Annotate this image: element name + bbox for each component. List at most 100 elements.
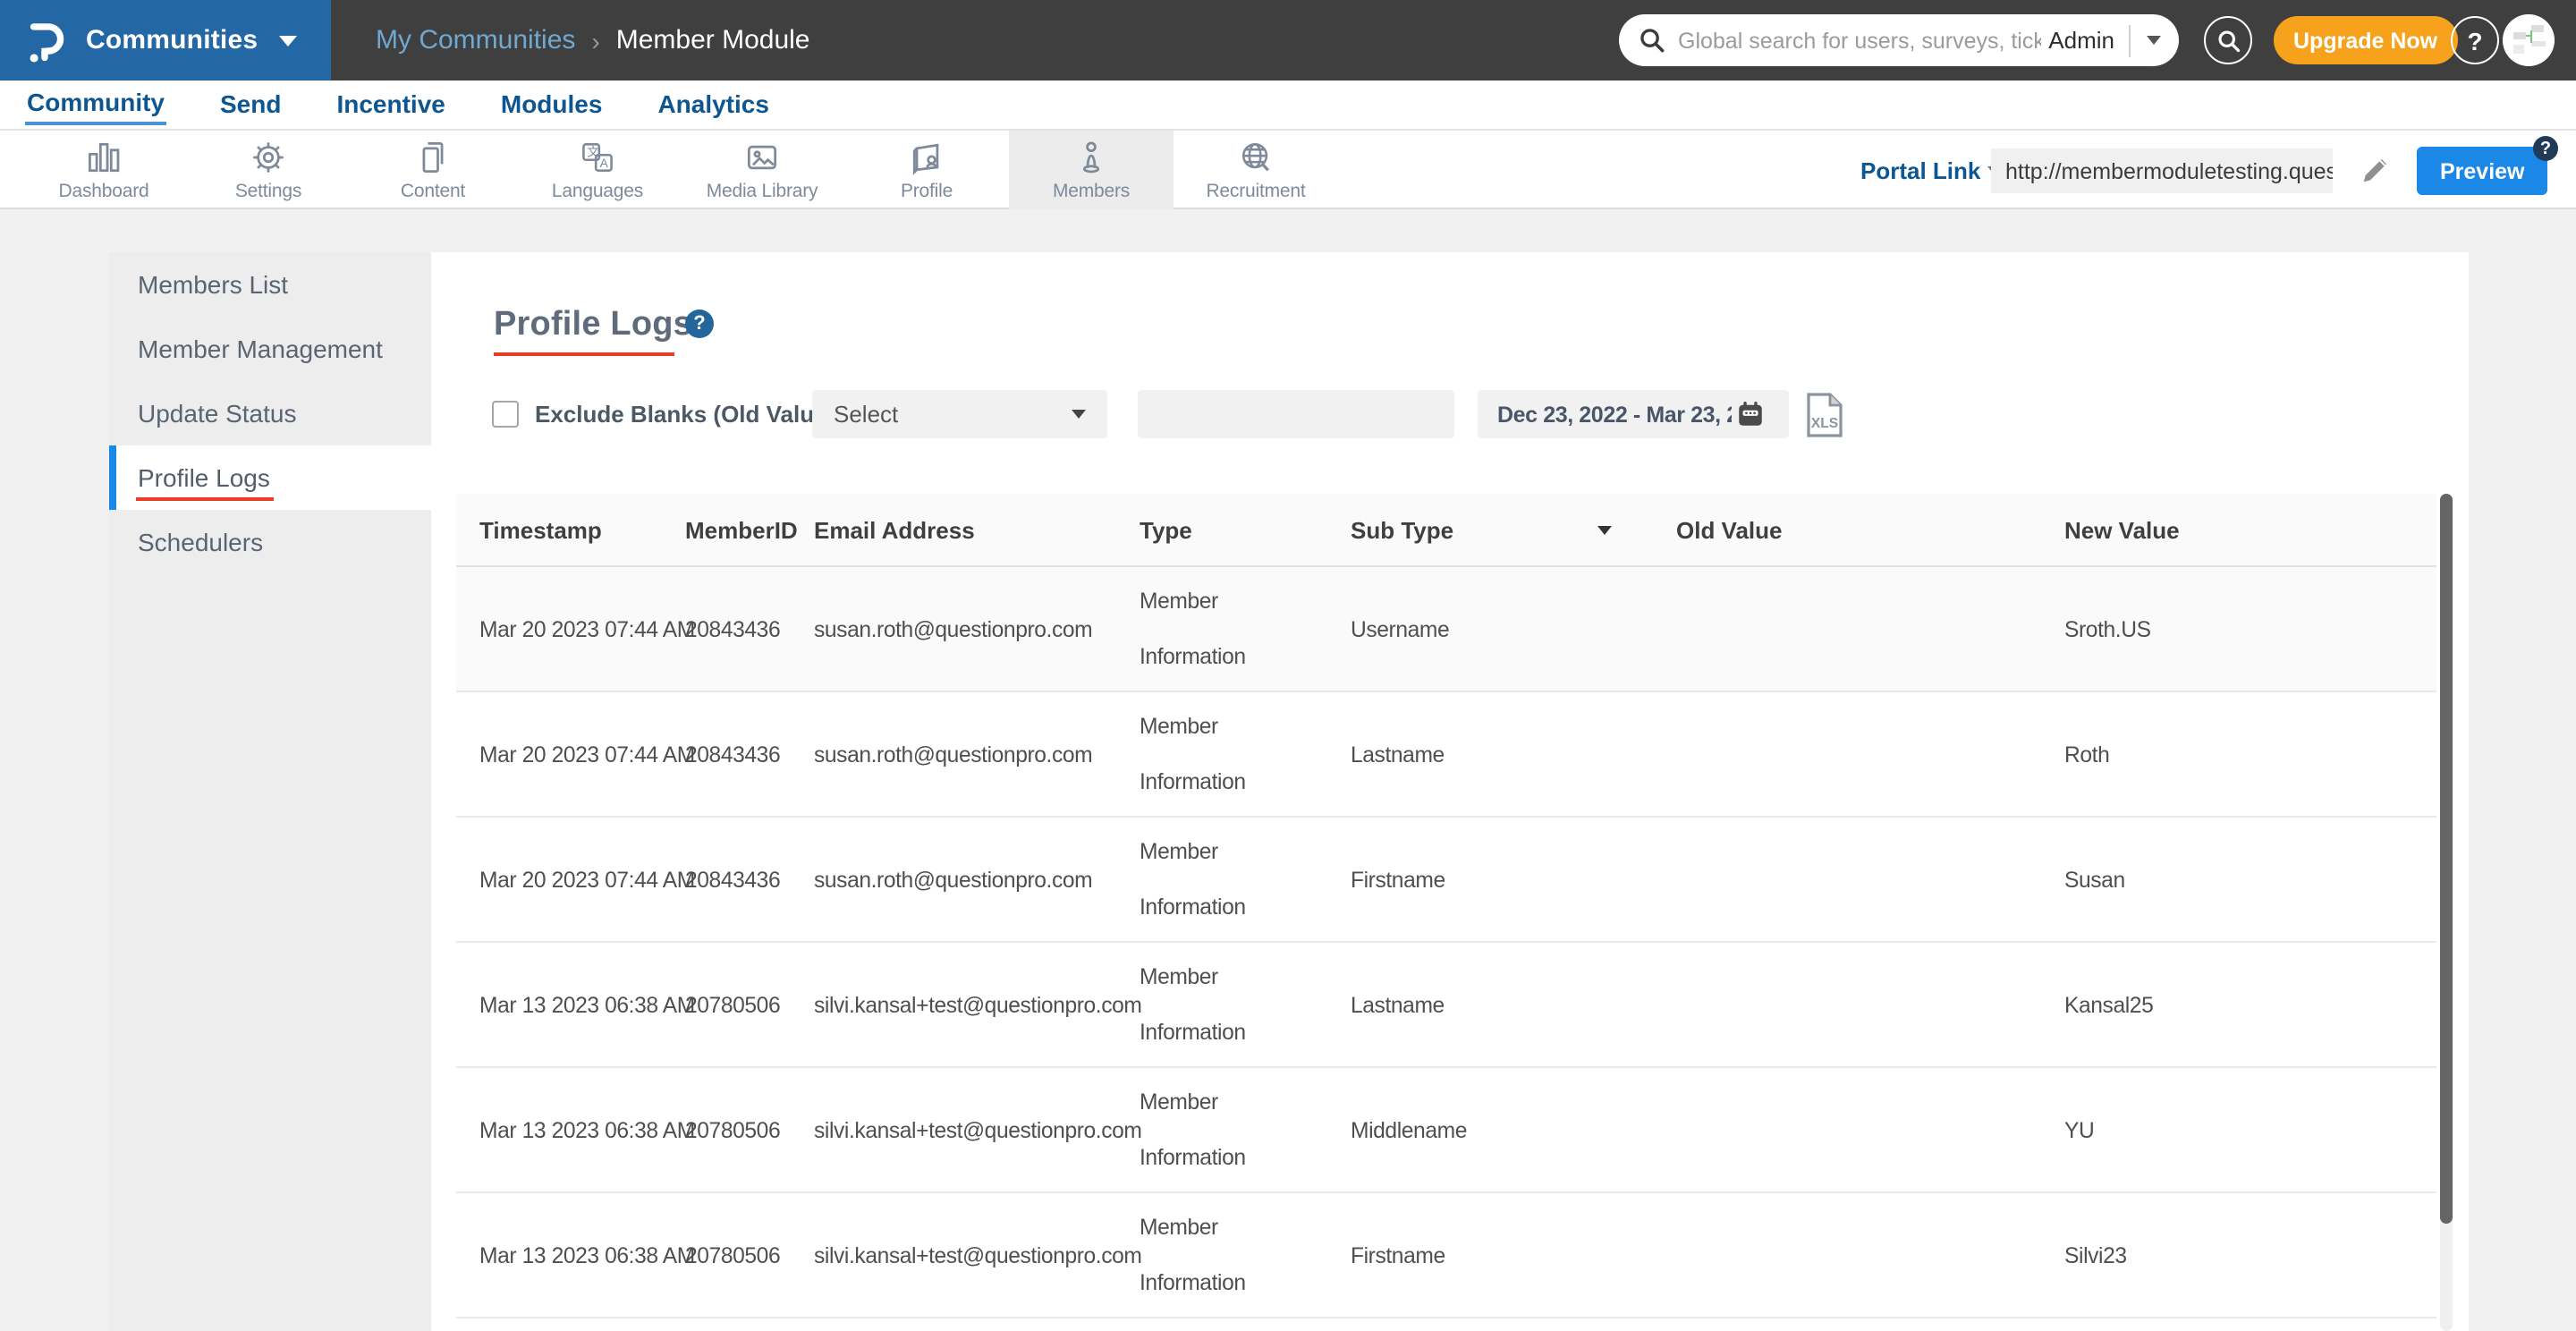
table-row: Mar 13 2023 06:38 AM 20780506 silvi.kans… xyxy=(456,943,2436,1068)
tab-send[interactable]: Send xyxy=(218,86,283,123)
cell-timestamp: Mar 20 2023 07:44 AM xyxy=(479,867,695,892)
date-range-picker[interactable]: Dec 23, 2022 - Mar 23, 2023 xyxy=(1478,390,1789,438)
cell-timestamp: Mar 20 2023 07:44 AM xyxy=(479,742,695,767)
page-title: Profile Logs xyxy=(494,306,692,343)
table-row: Mar 13 2023 06:38 AM 20780506 silvi.kans… xyxy=(456,1068,2436,1193)
globe-search-icon xyxy=(1241,143,1269,172)
toolbar-item-settings[interactable]: Settings xyxy=(186,131,351,209)
type-filter-value: Select xyxy=(834,401,899,428)
table-body: Mar 20 2023 07:44 AM 20843436 susan.roth… xyxy=(456,567,2436,1318)
product-switcher[interactable]: Communities xyxy=(0,0,331,81)
cell-memberid: 20780506 xyxy=(685,992,781,1017)
content-card: Members List Member Management Update St… xyxy=(109,252,2469,1331)
toolbar-item-recruitment[interactable]: Recruitment xyxy=(1174,131,1338,209)
tab-community[interactable]: Community xyxy=(25,84,166,125)
divider xyxy=(2129,24,2131,56)
log-search-box xyxy=(1138,390,1470,438)
profile-logs-panel: Profile Logs ? Exclude Blanks (Old Value… xyxy=(431,252,2469,1331)
table-row: Mar 20 2023 07:44 AM 20843436 susan.roth… xyxy=(456,818,2436,943)
module-toolbar: Dashboard Settings Content 文 A Languages xyxy=(0,131,2576,209)
cell-new-value: Roth xyxy=(2064,742,2110,767)
preview-button[interactable]: Preview xyxy=(2417,147,2548,195)
global-search[interactable]: Admin xyxy=(1619,14,2179,66)
search-icon xyxy=(1640,29,1665,53)
type-filter-select[interactable]: Select xyxy=(812,390,1107,438)
toolbar-item-dashboard[interactable]: Dashboard xyxy=(21,131,186,209)
bar-chart-icon xyxy=(89,142,120,173)
breadcrumb-separator: › xyxy=(591,26,600,55)
scrollbar-thumb[interactable] xyxy=(2440,494,2453,1224)
column-header-old-value: Old Value xyxy=(1676,516,1783,543)
portal-link-dropdown[interactable]: Portal Link xyxy=(1860,131,2003,209)
cell-email: susan.roth@questionpro.com xyxy=(814,742,1093,767)
toolbar-item-languages[interactable]: 文 A Languages xyxy=(515,131,680,209)
cell-memberid: 20843436 xyxy=(685,867,781,892)
portal-url-field[interactable]: http://membermoduletesting.questio xyxy=(1991,148,2333,193)
tab-modules[interactable]: Modules xyxy=(499,86,605,123)
cell-type: Member Information xyxy=(1140,588,1246,668)
cell-memberid: 20780506 xyxy=(685,1117,781,1142)
cell-type: Member Information xyxy=(1140,1089,1246,1169)
sidebar-item-profile-logs[interactable]: Profile Logs xyxy=(109,445,431,510)
breadcrumb-parent-link[interactable]: My Communities xyxy=(376,25,575,55)
toolbar-item-members[interactable]: Members xyxy=(1009,131,1174,209)
tab-incentive[interactable]: Incentive xyxy=(335,86,446,123)
toolbar-item-content[interactable]: Content xyxy=(351,131,515,209)
column-header-subtype: Sub Type xyxy=(1351,516,1676,543)
profile-logs-table: Timestamp MemberID Email Address Type Su… xyxy=(456,494,2436,1318)
title-underline xyxy=(494,352,674,356)
table-row: Mar 20 2023 07:44 AM 20843436 susan.roth… xyxy=(456,692,2436,818)
cell-email: silvi.kansal+test@questionpro.com xyxy=(814,1242,1142,1267)
sidebar-item-schedulers[interactable]: Schedulers xyxy=(109,510,431,574)
gear-icon xyxy=(253,142,284,173)
cell-memberid: 20843436 xyxy=(685,742,781,767)
global-search-input[interactable] xyxy=(1678,28,2042,53)
preview-help-badge[interactable]: ? xyxy=(2533,136,2558,161)
filters-row: Exclude Blanks (Old Value) Select Dec 23… xyxy=(431,390,2469,438)
export-xls-icon[interactable]: XLS xyxy=(1805,392,1844,438)
image-icon xyxy=(747,145,777,170)
svg-text:A: A xyxy=(600,157,609,170)
sidebar-item-member-management[interactable]: Member Management xyxy=(109,317,431,381)
tab-analytics[interactable]: Analytics xyxy=(656,86,771,123)
cell-new-value: Silvi23 xyxy=(2064,1242,2127,1267)
toolbar-item-media-library[interactable]: Media Library xyxy=(680,131,844,209)
toolbar-item-profile[interactable]: Profile xyxy=(844,131,1009,209)
questionpro-logo-icon xyxy=(30,22,64,62)
chevron-down-icon xyxy=(279,35,298,46)
cell-timestamp: Mar 13 2023 06:38 AM xyxy=(479,1117,695,1142)
date-range-value: Dec 23, 2022 - Mar 23, 2023 xyxy=(1497,402,1732,427)
avatar[interactable] xyxy=(2503,14,2555,66)
table-row: Mar 20 2023 07:44 AM 20843436 susan.roth… xyxy=(456,567,2436,692)
scope-dropdown-caret-icon[interactable] xyxy=(2147,36,2161,45)
subtype-filter-caret-icon[interactable] xyxy=(1597,525,1612,534)
sidebar-item-members-list[interactable]: Members List xyxy=(109,252,431,317)
cell-subtype: Username xyxy=(1351,616,1450,641)
cell-email: silvi.kansal+test@questionpro.com xyxy=(814,992,1142,1017)
cell-subtype: Lastname xyxy=(1351,742,1445,767)
person-icon xyxy=(1082,141,1100,174)
table-header-row: Timestamp MemberID Email Address Type Su… xyxy=(456,494,2436,567)
cell-type: Member Information xyxy=(1140,838,1246,919)
cell-new-value: YU xyxy=(2064,1117,2095,1142)
title-help-icon[interactable]: ? xyxy=(685,309,714,338)
chevron-down-icon xyxy=(1072,410,1086,419)
help-button[interactable]: ? xyxy=(2451,16,2499,64)
cell-email: susan.roth@questionpro.com xyxy=(814,616,1093,641)
folder-user-icon xyxy=(912,143,939,175)
cell-email: susan.roth@questionpro.com xyxy=(814,867,1093,892)
edit-pencil-icon[interactable] xyxy=(2358,152,2394,188)
top-header: Communities My Communities › Member Modu… xyxy=(0,0,2576,81)
log-search-input[interactable] xyxy=(1156,401,1470,428)
header-search-button[interactable] xyxy=(2204,16,2252,64)
cell-subtype: Firstname xyxy=(1351,867,1445,892)
cell-subtype: Lastname xyxy=(1351,992,1445,1017)
breadcrumb: My Communities › Member Module xyxy=(376,0,810,81)
vertical-scrollbar[interactable] xyxy=(2440,494,2453,1331)
search-scope-value: Admin xyxy=(2048,27,2114,54)
primary-nav: Community Send Incentive Modules Analyti… xyxy=(0,81,2576,131)
sidebar-item-update-status[interactable]: Update Status xyxy=(109,381,431,445)
upgrade-now-button[interactable]: Upgrade Now xyxy=(2274,16,2458,64)
exclude-blanks-checkbox[interactable] xyxy=(492,401,519,428)
exclude-blanks-label: Exclude Blanks (Old Value) xyxy=(535,401,835,428)
